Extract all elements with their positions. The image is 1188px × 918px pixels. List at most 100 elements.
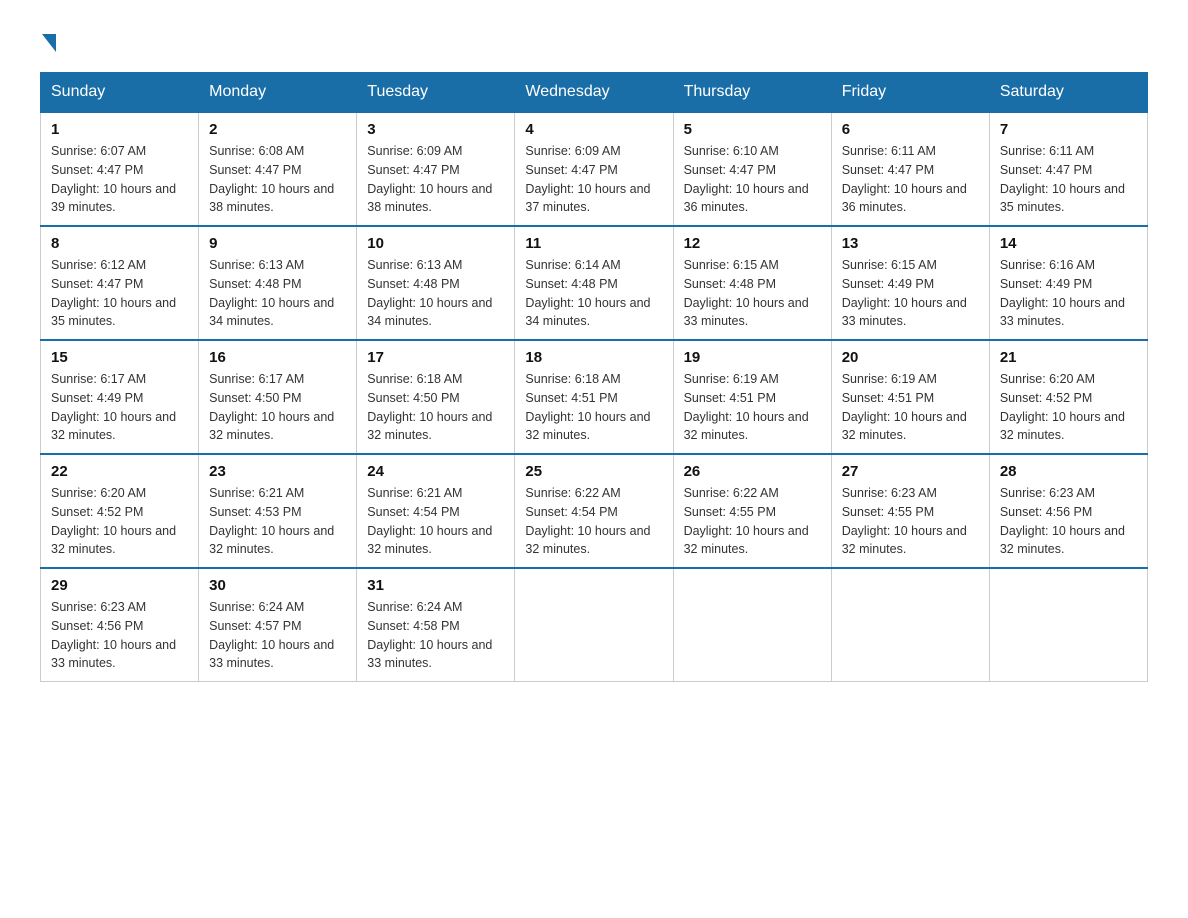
day-number: 25: [525, 463, 662, 480]
day-number: 9: [209, 235, 346, 252]
calendar-cell: 25 Sunrise: 6:22 AMSunset: 4:54 PMDaylig…: [515, 454, 673, 568]
day-info: Sunrise: 6:20 AMSunset: 4:52 PMDaylight:…: [51, 486, 176, 556]
day-info: Sunrise: 6:13 AMSunset: 4:48 PMDaylight:…: [209, 258, 334, 328]
day-number: 15: [51, 349, 188, 366]
day-number: 30: [209, 577, 346, 594]
calendar-cell: 24 Sunrise: 6:21 AMSunset: 4:54 PMDaylig…: [357, 454, 515, 568]
day-number: 11: [525, 235, 662, 252]
day-info: Sunrise: 6:20 AMSunset: 4:52 PMDaylight:…: [1000, 372, 1125, 442]
calendar-cell: 8 Sunrise: 6:12 AMSunset: 4:47 PMDayligh…: [41, 226, 199, 340]
day-number: 22: [51, 463, 188, 480]
day-info: Sunrise: 6:18 AMSunset: 4:51 PMDaylight:…: [525, 372, 650, 442]
day-number: 17: [367, 349, 504, 366]
calendar-cell: 17 Sunrise: 6:18 AMSunset: 4:50 PMDaylig…: [357, 340, 515, 454]
day-number: 23: [209, 463, 346, 480]
calendar-cell: 29 Sunrise: 6:23 AMSunset: 4:56 PMDaylig…: [41, 568, 199, 682]
calendar-cell: 11 Sunrise: 6:14 AMSunset: 4:48 PMDaylig…: [515, 226, 673, 340]
day-number: 16: [209, 349, 346, 366]
calendar-cell: 27 Sunrise: 6:23 AMSunset: 4:55 PMDaylig…: [831, 454, 989, 568]
calendar-cell: 3 Sunrise: 6:09 AMSunset: 4:47 PMDayligh…: [357, 112, 515, 226]
day-info: Sunrise: 6:15 AMSunset: 4:48 PMDaylight:…: [684, 258, 809, 328]
day-info: Sunrise: 6:19 AMSunset: 4:51 PMDaylight:…: [684, 372, 809, 442]
calendar-cell: [831, 568, 989, 682]
calendar-week-5: 29 Sunrise: 6:23 AMSunset: 4:56 PMDaylig…: [41, 568, 1148, 682]
calendar-cell: 13 Sunrise: 6:15 AMSunset: 4:49 PMDaylig…: [831, 226, 989, 340]
calendar-header-wednesday: Wednesday: [515, 73, 673, 113]
calendar-cell: [989, 568, 1147, 682]
calendar-header-friday: Friday: [831, 73, 989, 113]
day-info: Sunrise: 6:22 AMSunset: 4:54 PMDaylight:…: [525, 486, 650, 556]
day-info: Sunrise: 6:12 AMSunset: 4:47 PMDaylight:…: [51, 258, 176, 328]
day-info: Sunrise: 6:23 AMSunset: 4:56 PMDaylight:…: [1000, 486, 1125, 556]
day-number: 8: [51, 235, 188, 252]
calendar-cell: 12 Sunrise: 6:15 AMSunset: 4:48 PMDaylig…: [673, 226, 831, 340]
day-info: Sunrise: 6:23 AMSunset: 4:55 PMDaylight:…: [842, 486, 967, 556]
calendar-table: SundayMondayTuesdayWednesdayThursdayFrid…: [40, 72, 1148, 682]
calendar-cell: 2 Sunrise: 6:08 AMSunset: 4:47 PMDayligh…: [199, 112, 357, 226]
day-number: 10: [367, 235, 504, 252]
calendar-week-1: 1 Sunrise: 6:07 AMSunset: 4:47 PMDayligh…: [41, 112, 1148, 226]
day-info: Sunrise: 6:21 AMSunset: 4:54 PMDaylight:…: [367, 486, 492, 556]
day-number: 20: [842, 349, 979, 366]
page-header: [40, 30, 1148, 52]
day-info: Sunrise: 6:19 AMSunset: 4:51 PMDaylight:…: [842, 372, 967, 442]
day-number: 12: [684, 235, 821, 252]
day-number: 2: [209, 121, 346, 138]
calendar-cell: 16 Sunrise: 6:17 AMSunset: 4:50 PMDaylig…: [199, 340, 357, 454]
day-info: Sunrise: 6:17 AMSunset: 4:50 PMDaylight:…: [209, 372, 334, 442]
calendar-cell: 9 Sunrise: 6:13 AMSunset: 4:48 PMDayligh…: [199, 226, 357, 340]
day-info: Sunrise: 6:23 AMSunset: 4:56 PMDaylight:…: [51, 600, 176, 670]
day-info: Sunrise: 6:09 AMSunset: 4:47 PMDaylight:…: [525, 144, 650, 214]
calendar-cell: 15 Sunrise: 6:17 AMSunset: 4:49 PMDaylig…: [41, 340, 199, 454]
day-number: 31: [367, 577, 504, 594]
calendar-cell: [673, 568, 831, 682]
day-info: Sunrise: 6:22 AMSunset: 4:55 PMDaylight:…: [684, 486, 809, 556]
calendar-week-3: 15 Sunrise: 6:17 AMSunset: 4:49 PMDaylig…: [41, 340, 1148, 454]
calendar-cell: 14 Sunrise: 6:16 AMSunset: 4:49 PMDaylig…: [989, 226, 1147, 340]
calendar-cell: 5 Sunrise: 6:10 AMSunset: 4:47 PMDayligh…: [673, 112, 831, 226]
calendar-header-saturday: Saturday: [989, 73, 1147, 113]
day-info: Sunrise: 6:11 AMSunset: 4:47 PMDaylight:…: [1000, 144, 1125, 214]
day-info: Sunrise: 6:15 AMSunset: 4:49 PMDaylight:…: [842, 258, 967, 328]
day-info: Sunrise: 6:14 AMSunset: 4:48 PMDaylight:…: [525, 258, 650, 328]
calendar-header-row: SundayMondayTuesdayWednesdayThursdayFrid…: [41, 73, 1148, 113]
logo: [40, 30, 56, 52]
calendar-header-monday: Monday: [199, 73, 357, 113]
day-info: Sunrise: 6:10 AMSunset: 4:47 PMDaylight:…: [684, 144, 809, 214]
calendar-cell: 4 Sunrise: 6:09 AMSunset: 4:47 PMDayligh…: [515, 112, 673, 226]
day-info: Sunrise: 6:17 AMSunset: 4:49 PMDaylight:…: [51, 372, 176, 442]
day-number: 4: [525, 121, 662, 138]
day-number: 5: [684, 121, 821, 138]
calendar-cell: 20 Sunrise: 6:19 AMSunset: 4:51 PMDaylig…: [831, 340, 989, 454]
calendar-cell: 19 Sunrise: 6:19 AMSunset: 4:51 PMDaylig…: [673, 340, 831, 454]
day-info: Sunrise: 6:07 AMSunset: 4:47 PMDaylight:…: [51, 144, 176, 214]
day-number: 3: [367, 121, 504, 138]
day-number: 7: [1000, 121, 1137, 138]
calendar-cell: 30 Sunrise: 6:24 AMSunset: 4:57 PMDaylig…: [199, 568, 357, 682]
day-number: 21: [1000, 349, 1137, 366]
day-info: Sunrise: 6:21 AMSunset: 4:53 PMDaylight:…: [209, 486, 334, 556]
calendar-header-sunday: Sunday: [41, 73, 199, 113]
day-number: 24: [367, 463, 504, 480]
calendar-cell: 1 Sunrise: 6:07 AMSunset: 4:47 PMDayligh…: [41, 112, 199, 226]
calendar-cell: 26 Sunrise: 6:22 AMSunset: 4:55 PMDaylig…: [673, 454, 831, 568]
calendar-header-thursday: Thursday: [673, 73, 831, 113]
calendar-week-4: 22 Sunrise: 6:20 AMSunset: 4:52 PMDaylig…: [41, 454, 1148, 568]
calendar-header-tuesday: Tuesday: [357, 73, 515, 113]
calendar-cell: 10 Sunrise: 6:13 AMSunset: 4:48 PMDaylig…: [357, 226, 515, 340]
day-number: 19: [684, 349, 821, 366]
day-number: 26: [684, 463, 821, 480]
day-info: Sunrise: 6:24 AMSunset: 4:57 PMDaylight:…: [209, 600, 334, 670]
day-info: Sunrise: 6:18 AMSunset: 4:50 PMDaylight:…: [367, 372, 492, 442]
calendar-cell: 7 Sunrise: 6:11 AMSunset: 4:47 PMDayligh…: [989, 112, 1147, 226]
calendar-cell: 23 Sunrise: 6:21 AMSunset: 4:53 PMDaylig…: [199, 454, 357, 568]
calendar-cell: 6 Sunrise: 6:11 AMSunset: 4:47 PMDayligh…: [831, 112, 989, 226]
day-info: Sunrise: 6:08 AMSunset: 4:47 PMDaylight:…: [209, 144, 334, 214]
day-number: 13: [842, 235, 979, 252]
day-number: 29: [51, 577, 188, 594]
calendar-cell: [515, 568, 673, 682]
calendar-cell: 31 Sunrise: 6:24 AMSunset: 4:58 PMDaylig…: [357, 568, 515, 682]
calendar-cell: 22 Sunrise: 6:20 AMSunset: 4:52 PMDaylig…: [41, 454, 199, 568]
day-info: Sunrise: 6:09 AMSunset: 4:47 PMDaylight:…: [367, 144, 492, 214]
day-number: 18: [525, 349, 662, 366]
